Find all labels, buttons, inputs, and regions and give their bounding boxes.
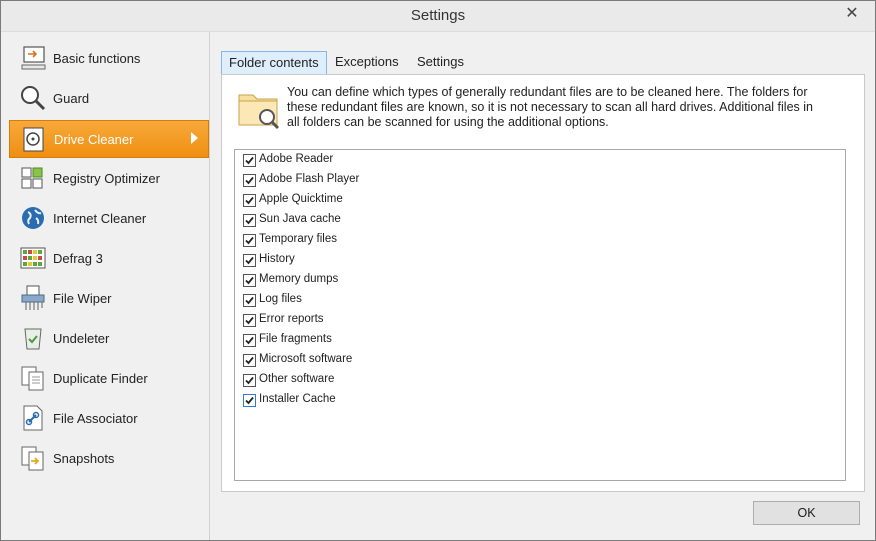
settings-content: Folder contents Exceptions Settings You … [221, 51, 865, 492]
checkbox[interactable] [243, 274, 256, 287]
checkbox-label: Log files [259, 293, 302, 305]
checkmark-icon [245, 316, 254, 325]
checkbox[interactable] [243, 154, 256, 167]
active-arrow-icon [191, 132, 198, 144]
sidebar-item-guard[interactable]: Guard [9, 80, 207, 116]
checkbox[interactable] [243, 314, 256, 327]
checkmark-icon [245, 216, 254, 225]
checkmark-icon [245, 356, 254, 365]
sidebar-item-label: Snapshots [53, 451, 115, 466]
sidebar-item-label: Undeleter [53, 331, 110, 346]
sidebar-item-file-wiper[interactable]: File Wiper [9, 280, 207, 316]
sidebar-item-snapshots[interactable]: Snapshots [9, 440, 207, 476]
title-bar: Settings ✕ [1, 1, 875, 32]
checkmark-icon [245, 336, 254, 345]
sidebar-item-label: Internet Cleaner [53, 211, 147, 226]
checkbox[interactable] [243, 194, 256, 207]
checkmark-icon [245, 256, 254, 265]
checkmark-icon [245, 176, 254, 185]
defrag-icon [20, 247, 46, 269]
checkbox[interactable] [243, 214, 256, 227]
checkbox-label: History [259, 253, 295, 265]
close-icon: ✕ [845, 5, 859, 22]
checkbox-label: Error reports [259, 313, 324, 325]
tab-exceptions[interactable]: Exceptions [328, 51, 406, 73]
sidebar-item-registry-optimizer[interactable]: Registry Optimizer [9, 160, 207, 196]
checkbox-label: Other software [259, 373, 335, 385]
file-link-icon [23, 405, 43, 431]
checkmark-icon [245, 376, 254, 385]
sidebar-item-label: File Wiper [53, 291, 112, 306]
recycle-bin-icon [24, 328, 42, 350]
sidebar-item-label: Drive Cleaner [54, 132, 134, 147]
checkbox[interactable] [243, 354, 256, 367]
window-title: Settings [410, 7, 466, 24]
sidebar-item-duplicate-finder[interactable]: Duplicate Finder [9, 360, 207, 396]
snapshots-icon [21, 446, 44, 471]
sidebar-item-undeleter[interactable]: Undeleter [9, 320, 207, 356]
settings-window: Settings ✕ Basic functions Guard Drive C… [0, 0, 876, 541]
checkbox-label: Memory dumps [259, 273, 339, 285]
drive-cleaner-icon [23, 127, 44, 152]
checkbox[interactable] [243, 234, 256, 247]
checkbox-label: Installer Cache [259, 393, 336, 405]
sidebar-item-internet-cleaner[interactable]: Internet Cleaner [9, 200, 207, 236]
checkbox[interactable] [243, 334, 256, 347]
sidebar-item-file-associator[interactable]: File Associator [9, 400, 207, 436]
checkbox-label: Apple Quicktime [259, 193, 343, 205]
basic-functions-icon [21, 46, 46, 70]
sidebar-item-label: Duplicate Finder [53, 371, 148, 386]
checkbox-label: Microsoft software [259, 353, 353, 365]
checkbox-label: Adobe Flash Player [259, 173, 360, 185]
duplicate-files-icon [21, 366, 44, 391]
checkbox[interactable] [243, 294, 256, 307]
sidebar: Basic functions Guard Drive Cleaner Regi… [1, 32, 210, 540]
sidebar-item-basic-functions[interactable]: Basic functions [9, 40, 207, 76]
sidebar-item-defrag[interactable]: Defrag 3 [9, 240, 207, 276]
shredder-icon [21, 285, 45, 310]
panel-description: You can define which types of generally … [287, 85, 813, 129]
checkbox-label: Temporary files [259, 233, 337, 245]
folder-contents-panel: You can define which types of generally … [221, 74, 865, 492]
checkbox[interactable] [243, 374, 256, 387]
tab-settings[interactable]: Settings [410, 51, 471, 73]
sidebar-item-label: Guard [53, 91, 90, 106]
checkmark-icon [245, 196, 254, 205]
checkmark-icon [245, 236, 254, 245]
checkbox-label: Sun Java cache [259, 213, 341, 225]
checkbox[interactable] [243, 254, 256, 267]
checkmark-icon [245, 396, 254, 405]
folder-search-icon [238, 94, 280, 130]
checkmark-icon [245, 276, 254, 285]
sidebar-item-label: File Associator [53, 411, 138, 426]
sidebar-item-label: Basic functions [53, 51, 141, 66]
checkbox[interactable] [243, 174, 256, 187]
sidebar-item-drive-cleaner[interactable]: Drive Cleaner [9, 120, 209, 158]
checkmark-icon [245, 156, 254, 165]
ok-button[interactable]: OK [753, 501, 860, 525]
file-type-list: Adobe Reader Adobe Flash Player Apple Quic… [234, 149, 846, 481]
tab-folder-contents[interactable]: Folder contents [221, 51, 327, 74]
globe-icon [22, 207, 44, 229]
checkmark-icon [245, 296, 254, 305]
sidebar-item-label: Defrag 3 [53, 251, 103, 266]
guard-magnifier-icon [21, 86, 46, 111]
checkbox[interactable] [243, 394, 256, 407]
registry-optimizer-icon [21, 167, 43, 189]
sidebar-item-label: Registry Optimizer [53, 171, 160, 186]
checkbox-label: Adobe Reader [259, 153, 334, 165]
checkbox-label: File fragments [259, 333, 332, 345]
close-button[interactable]: ✕ [835, 3, 869, 25]
